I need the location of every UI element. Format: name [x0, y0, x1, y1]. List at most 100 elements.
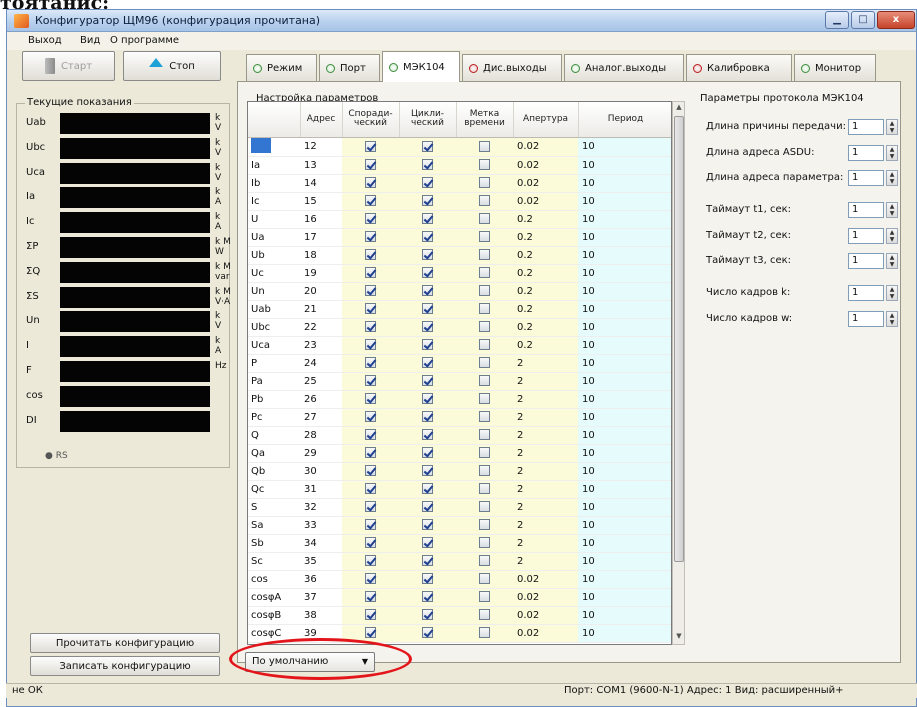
cyclic-cell[interactable]: [399, 174, 456, 193]
timestamp-checkbox[interactable]: [479, 411, 490, 423]
param-period[interactable]: 10: [578, 408, 671, 427]
timestamp-checkbox[interactable]: [479, 465, 490, 477]
menu-exit[interactable]: Выход: [28, 35, 62, 46]
timestamp-cell[interactable]: [456, 588, 513, 607]
cyclic-cell[interactable]: [399, 246, 456, 265]
timestamp-cell[interactable]: [456, 228, 513, 247]
param-aperture[interactable]: 0.2: [513, 246, 578, 265]
cyclic-cell[interactable]: [399, 156, 456, 175]
param-period[interactable]: 10: [578, 480, 671, 499]
sporadic-checkbox[interactable]: [365, 177, 376, 189]
tab-1[interactable]: Порт: [319, 54, 380, 81]
param-name-cell[interactable]: Uca: [248, 336, 300, 355]
param-address[interactable]: 36: [300, 570, 342, 589]
cyclic-checkbox[interactable]: [422, 591, 433, 603]
timestamp-cell[interactable]: [456, 552, 513, 571]
param-address[interactable]: 26: [300, 390, 342, 409]
param-aperture[interactable]: 2: [513, 516, 578, 535]
param-address[interactable]: 29: [300, 444, 342, 463]
param-aperture[interactable]: 2: [513, 480, 578, 499]
timestamp-checkbox[interactable]: [479, 537, 490, 549]
param-period[interactable]: 10: [578, 336, 671, 355]
table-row[interactable]: Sa 33 2 10: [248, 516, 671, 535]
param-period[interactable]: 10: [578, 174, 671, 193]
table-row[interactable]: Pb 26 2 10: [248, 390, 671, 409]
sporadic-cell[interactable]: [342, 480, 399, 499]
sporadic-cell[interactable]: [342, 588, 399, 607]
param-name-cell[interactable]: Q: [248, 426, 300, 445]
param-period[interactable]: 10: [578, 516, 671, 535]
cyclic-checkbox[interactable]: [422, 537, 433, 549]
sporadic-checkbox[interactable]: [365, 231, 376, 243]
cyclic-cell[interactable]: [399, 318, 456, 337]
param-period[interactable]: 10: [578, 624, 671, 643]
table-row[interactable]: P 24 2 10: [248, 354, 671, 373]
sporadic-checkbox[interactable]: [365, 159, 376, 171]
sporadic-cell[interactable]: [342, 516, 399, 535]
timestamp-checkbox[interactable]: [479, 429, 490, 441]
sporadic-checkbox[interactable]: [365, 357, 376, 369]
timestamp-checkbox[interactable]: [479, 140, 490, 152]
param-period[interactable]: 10: [578, 570, 671, 589]
sporadic-checkbox[interactable]: [365, 140, 376, 152]
param-period[interactable]: 10: [578, 606, 671, 625]
tab-4[interactable]: Аналог.выходы: [564, 54, 684, 81]
param-aperture[interactable]: 2: [513, 498, 578, 517]
minimize-button[interactable]: ▁: [825, 11, 849, 29]
timestamp-checkbox[interactable]: [479, 627, 490, 639]
param-name-cell[interactable]: I: [248, 137, 300, 157]
cyclic-checkbox[interactable]: [422, 609, 433, 621]
timestamp-cell[interactable]: [456, 462, 513, 481]
param-aperture[interactable]: 2: [513, 408, 578, 427]
cyclic-cell[interactable]: [399, 210, 456, 229]
param-period[interactable]: 10: [578, 552, 671, 571]
param-name-cell[interactable]: Pb: [248, 390, 300, 409]
timestamp-checkbox[interactable]: [479, 195, 490, 207]
table-row[interactable]: Ua 17 0.2 10: [248, 228, 671, 247]
tab-3[interactable]: Дис.выходы: [462, 54, 562, 81]
timestamp-cell[interactable]: [456, 570, 513, 589]
param-aperture[interactable]: 0.02: [513, 606, 578, 625]
param-name-cell[interactable]: Pc: [248, 408, 300, 427]
cyclic-checkbox[interactable]: [422, 285, 433, 297]
sporadic-checkbox[interactable]: [365, 249, 376, 261]
protocol-field-spinner[interactable]: 1 ▲ ▼: [848, 228, 898, 244]
sporadic-checkbox[interactable]: [365, 429, 376, 441]
sporadic-checkbox[interactable]: [365, 519, 376, 531]
param-aperture[interactable]: 0.2: [513, 264, 578, 283]
param-period[interactable]: 10: [578, 390, 671, 409]
grid-column-header[interactable]: [248, 102, 301, 138]
protocol-field-input[interactable]: 1: [848, 145, 884, 161]
timestamp-cell[interactable]: [456, 156, 513, 175]
table-row[interactable]: Qc 31 2 10: [248, 480, 671, 499]
param-name-cell[interactable]: Qa: [248, 444, 300, 463]
sporadic-checkbox[interactable]: [365, 303, 376, 315]
param-aperture[interactable]: 0.02: [513, 174, 578, 193]
sporadic-cell[interactable]: [342, 534, 399, 553]
grid-column-header[interactable]: Метка времени: [456, 102, 514, 138]
sporadic-cell[interactable]: [342, 570, 399, 589]
cyclic-cell[interactable]: [399, 534, 456, 553]
spinner-arrows-icon[interactable]: ▲ ▼: [886, 311, 898, 327]
param-period[interactable]: 10: [578, 444, 671, 463]
param-address[interactable]: 16: [300, 210, 342, 229]
param-name-cell[interactable]: Qb: [248, 462, 300, 481]
timestamp-checkbox[interactable]: [479, 159, 490, 171]
sporadic-cell[interactable]: [342, 354, 399, 373]
grid-column-header[interactable]: Период: [578, 102, 671, 138]
sporadic-cell[interactable]: [342, 137, 399, 157]
timestamp-cell[interactable]: [456, 426, 513, 445]
param-period[interactable]: 10: [578, 137, 671, 157]
protocol-field-input[interactable]: 1: [848, 228, 884, 244]
menu-view[interactable]: Вид: [80, 35, 100, 46]
param-aperture[interactable]: 0.02: [513, 192, 578, 211]
cyclic-checkbox[interactable]: [422, 231, 433, 243]
param-address[interactable]: 22: [300, 318, 342, 337]
timestamp-checkbox[interactable]: [479, 501, 490, 513]
cyclic-checkbox[interactable]: [422, 555, 433, 567]
cyclic-checkbox[interactable]: [422, 627, 433, 639]
sporadic-cell[interactable]: [342, 300, 399, 319]
cyclic-cell[interactable]: [399, 228, 456, 247]
table-row[interactable]: Q 28 2 10: [248, 426, 671, 445]
spinner-arrows-icon[interactable]: ▲ ▼: [886, 285, 898, 301]
